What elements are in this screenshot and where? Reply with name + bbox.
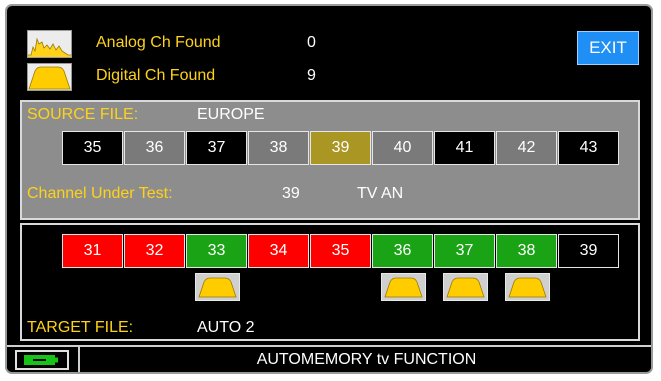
target-channel-cell[interactable]: 39	[558, 234, 619, 268]
digital-channel-icon	[380, 273, 426, 301]
source-channel-cell[interactable]: 40	[372, 131, 433, 165]
device-screen: Analog Ch Found 0 Digital Ch Found 9 EXI…	[5, 4, 653, 374]
source-file-label: SOURCE FILE:	[27, 106, 139, 123]
target-icon-slot	[310, 273, 372, 301]
digital-channel-icon	[442, 273, 488, 301]
source-panel: SOURCE FILE: EUROPE 35 36 37 38 39 40 41 42 43 C…	[20, 100, 640, 220]
target-icon-slot	[248, 273, 310, 301]
source-channel-cell[interactable]: 35	[62, 131, 123, 165]
source-channel-cell[interactable]: 41	[434, 131, 495, 165]
digital-found-value: 9	[307, 67, 316, 84]
source-channel-cell[interactable]: 37	[186, 131, 247, 165]
target-icon-slot	[124, 273, 186, 301]
source-channel-cell[interactable]: 39	[310, 131, 371, 165]
target-file-value: AUTO 2	[197, 319, 255, 336]
target-icon-slot	[372, 273, 434, 301]
channel-under-test-type: TV AN	[357, 185, 404, 202]
analog-spectrum-icon	[27, 30, 72, 58]
analog-found-value: 0	[307, 34, 316, 51]
target-icon-slot	[186, 273, 248, 301]
target-channel-cell[interactable]: 38	[496, 234, 557, 268]
target-panel: 31 32 33 34 35 36 37 38 39 TARGET FILE: AUTO 2	[20, 223, 640, 341]
source-channel-cell[interactable]: 36	[124, 131, 185, 165]
target-icon-slot	[62, 273, 124, 301]
source-channel-row: 35 36 37 38 39 40 41 42 43	[62, 131, 620, 165]
battery-icon	[15, 350, 69, 370]
target-channel-cell[interactable]: 33	[186, 234, 247, 268]
digital-channel-icon	[504, 273, 550, 301]
target-icon-slot	[434, 273, 496, 301]
digital-found-label: Digital Ch Found	[96, 67, 216, 84]
channel-under-test-label: Channel Under Test:	[27, 185, 173, 202]
source-file-value: EUROPE	[197, 106, 265, 123]
source-channel-cell[interactable]: 38	[248, 131, 309, 165]
channel-under-test-number: 39	[282, 185, 300, 202]
target-channel-cell[interactable]: 32	[124, 234, 185, 268]
target-channel-cell[interactable]: 35	[310, 234, 371, 268]
analog-found-label: Analog Ch Found	[96, 34, 221, 51]
target-icon-slot	[496, 273, 558, 301]
digital-channel-icon	[194, 273, 240, 301]
target-channel-row: 31 32 33 34 35 36 37 38 39	[62, 234, 620, 268]
source-channel-cell[interactable]: 42	[496, 131, 557, 165]
status-title: AUTOMEMORY tv FUNCTION	[256, 351, 477, 368]
target-channel-cell[interactable]: 37	[434, 234, 495, 268]
exit-button[interactable]: EXIT	[577, 31, 639, 65]
target-channel-cell[interactable]: 31	[62, 234, 123, 268]
status-divider	[78, 347, 80, 372]
status-bar: AUTOMEMORY tv FUNCTION	[7, 345, 651, 372]
target-channel-cell[interactable]: 34	[248, 234, 309, 268]
target-file-label: TARGET FILE:	[27, 319, 134, 336]
target-found-icons	[62, 273, 620, 301]
target-channel-cell[interactable]: 36	[372, 234, 433, 268]
source-channel-cell[interactable]: 43	[558, 131, 619, 165]
target-icon-slot	[558, 273, 620, 301]
digital-channel-icon	[27, 63, 72, 91]
